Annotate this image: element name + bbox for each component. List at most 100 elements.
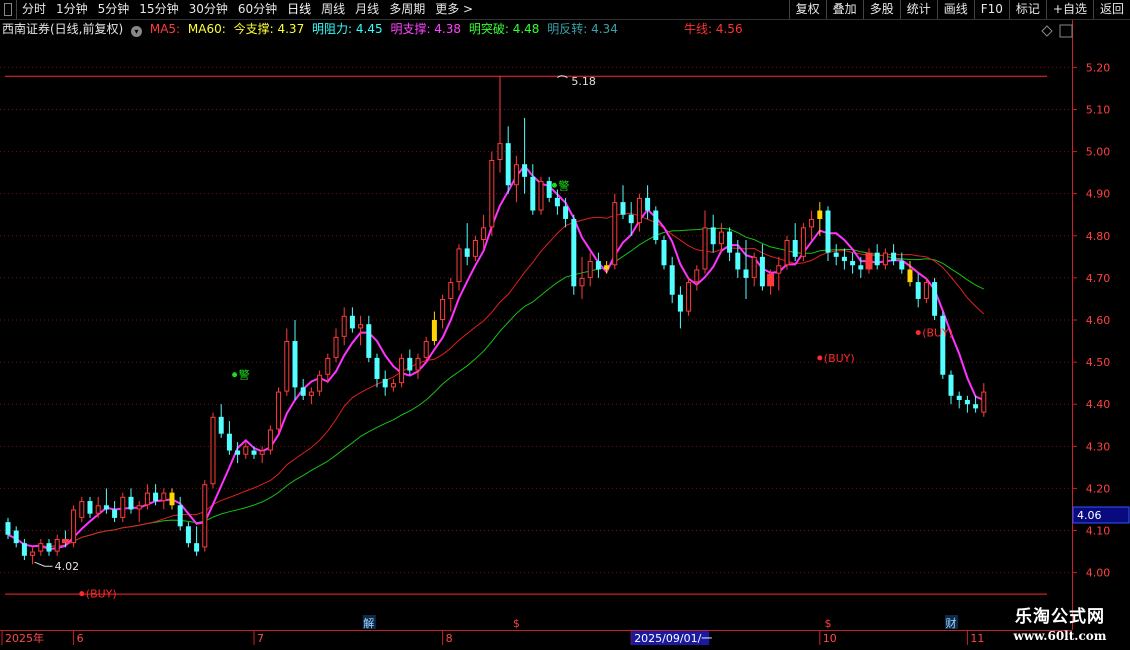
period-tab-10[interactable]: 更多 > — [430, 0, 478, 19]
candle-body — [218, 416, 224, 434]
candle-body — [382, 378, 388, 388]
candle-body — [284, 341, 290, 392]
period-tab-2[interactable]: 5分钟 — [93, 0, 135, 19]
candle-body — [915, 282, 921, 299]
candle-body — [530, 176, 536, 211]
candle-body — [390, 383, 396, 388]
candle-body — [767, 273, 775, 287]
candle-body — [399, 357, 405, 384]
x-tick-label: 11 — [970, 632, 984, 645]
y-tick-label: 4.20 — [1086, 482, 1111, 495]
tool-button-8[interactable]: 返回 — [1092, 0, 1130, 19]
candle-body — [366, 324, 372, 358]
candle-body — [636, 197, 642, 224]
period-tab-9[interactable]: 多周期 — [384, 0, 430, 19]
candle-body — [317, 374, 323, 392]
brand-name: 乐淘公式网 — [1015, 607, 1105, 627]
low-label: 4.02 — [55, 560, 80, 573]
candle-body — [587, 261, 593, 278]
candle-body — [891, 252, 897, 262]
tool-button-1[interactable]: 叠加 — [825, 0, 863, 19]
tool-button-2[interactable]: 多股 — [862, 0, 900, 19]
candle-body — [784, 240, 790, 266]
candle-body — [792, 240, 798, 257]
candle-body — [71, 509, 77, 544]
x-tick-label: 10 — [823, 632, 837, 645]
candle-body — [464, 248, 470, 257]
candle-body — [899, 261, 905, 270]
dropdown-icon[interactable]: ▾ — [131, 26, 143, 37]
candle-body — [226, 433, 232, 451]
candle-body — [325, 357, 331, 375]
candle-body — [374, 357, 380, 379]
y-tick-label: 5.20 — [1086, 61, 1111, 74]
y-tick-label: 4.30 — [1086, 440, 1111, 453]
period-tab-3[interactable]: 15分钟 — [134, 0, 183, 19]
candle-body — [579, 277, 585, 287]
period-tab-1[interactable]: 1分钟 — [51, 0, 93, 19]
period-tab-5[interactable]: 60分钟 — [233, 0, 282, 19]
candle-body — [833, 252, 839, 257]
candle-body — [308, 391, 314, 396]
x-tick-label: 7 — [257, 632, 264, 645]
candle-body — [809, 218, 815, 228]
tool-button-5[interactable]: F10 — [973, 0, 1009, 19]
candle-body — [628, 214, 634, 224]
candle-body — [554, 197, 560, 207]
period-tab-8[interactable]: 月线 — [350, 0, 384, 19]
y-tick-label: 5.00 — [1086, 146, 1111, 159]
candle-body — [571, 218, 577, 287]
candle-body — [341, 315, 347, 337]
tool-button-7[interactable]: +自选 — [1045, 0, 1093, 19]
tool-button-0[interactable]: 复权 — [788, 0, 826, 19]
tool-button-3[interactable]: 统计 — [899, 0, 937, 19]
candle-body — [292, 341, 298, 388]
candle-body — [5, 522, 11, 535]
candle-body — [800, 227, 806, 257]
candle-body — [54, 538, 60, 552]
candle-body — [718, 231, 724, 245]
candle-body — [235, 450, 241, 455]
y-tick-label: 4.10 — [1086, 525, 1111, 538]
candle-body — [185, 526, 191, 544]
bull-line-label: 牛线: 4.56 — [684, 22, 743, 36]
support-resistance-lines — [5, 75, 1047, 595]
stock-title[interactable]: 西南证券(日线,前复权) — [2, 22, 123, 36]
period-tab-0[interactable]: 分时 — [17, 0, 51, 19]
candle-body — [776, 265, 782, 274]
period-tab-6[interactable]: 日线 — [282, 0, 316, 19]
buy-label: (BUY) — [86, 588, 117, 601]
brand-url: www.60lt.com — [1013, 629, 1107, 643]
tool-button-4[interactable]: 画线 — [936, 0, 974, 19]
candle-body — [61, 538, 69, 544]
candle-body — [440, 298, 446, 320]
candle-body — [620, 202, 626, 215]
period-tab-7[interactable]: 周线 — [316, 0, 350, 19]
candle-body — [604, 265, 610, 270]
candle-body — [973, 404, 979, 409]
candle-body — [300, 387, 306, 396]
buy-dot — [915, 330, 921, 336]
candle-body — [751, 256, 757, 278]
candle-body — [907, 269, 913, 283]
warning-label: 警 — [558, 178, 569, 192]
candle-body — [276, 391, 282, 430]
buy-label: (BUY) — [922, 327, 953, 340]
candle-body — [415, 357, 421, 371]
panel-grip-icon[interactable] — [0, 0, 17, 19]
period-tab-4[interactable]: 30分钟 — [184, 0, 233, 19]
tool-button-6[interactable]: 标记 — [1008, 0, 1046, 19]
y-tick-label: 4.80 — [1086, 230, 1111, 243]
y-tick-label: 4.40 — [1086, 398, 1111, 411]
y-tick-label: 4.00 — [1086, 567, 1111, 580]
y-tick-label: 4.70 — [1086, 272, 1111, 285]
candle-body — [472, 240, 478, 257]
grid-lines — [0, 19, 1130, 631]
candle-body — [489, 160, 495, 228]
candle-body — [333, 336, 339, 358]
candle-body — [448, 282, 454, 299]
candlestick-chart[interactable]: 5.184.02(BUY)(BUY)(BUY)警警 4.004.104.204.… — [0, 0, 1130, 650]
x-tick-label: 2025/09/01/一 — [634, 632, 712, 645]
candle-body — [669, 265, 675, 295]
support-tomorrow: 明支撑: 4.38 — [390, 22, 462, 36]
